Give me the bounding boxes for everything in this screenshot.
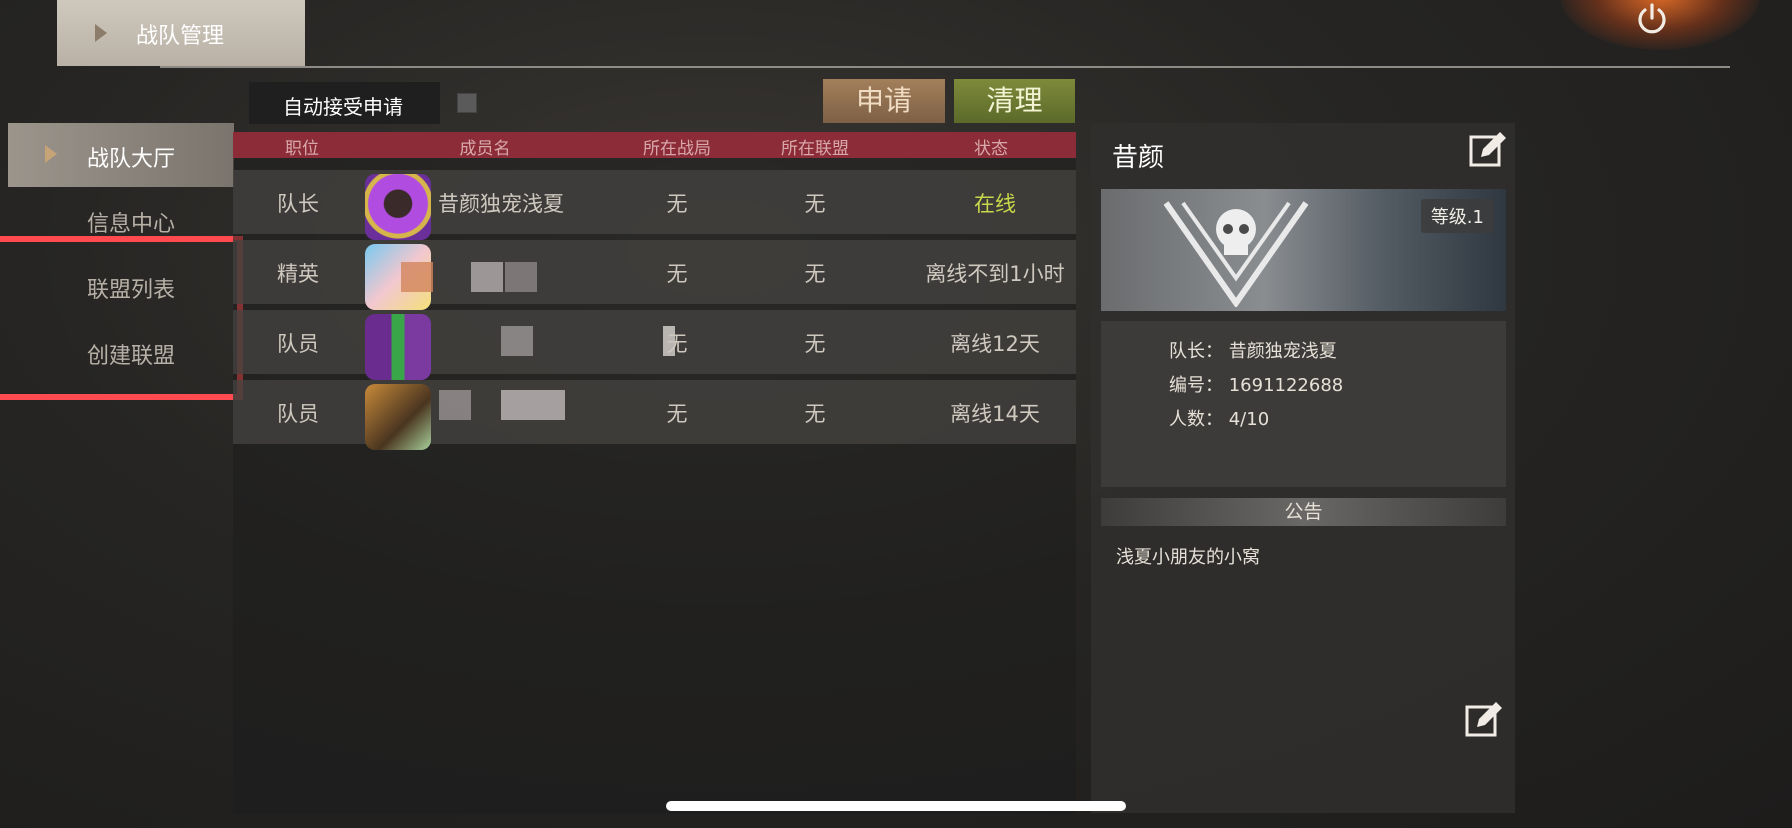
- column-header: 状态: [974, 139, 1008, 159]
- status-cell: 在线: [974, 192, 1016, 216]
- role-cell: 队员: [277, 332, 319, 356]
- avatar: [365, 314, 431, 380]
- member-name-cell: 昔颜独宠浅夏: [438, 192, 564, 216]
- chevron-right-icon: [45, 145, 57, 163]
- auto-accept-label: 自动接受申请: [283, 95, 403, 119]
- captain-line: 队长： 昔颜独宠浅夏: [1169, 341, 1337, 362]
- alliance-cell: 无: [804, 192, 826, 216]
- team-info-panel: 昔颜 等级.1 队长： 昔颜独宠浅夏 编号： 1691122688 人数： 4/…: [1091, 123, 1515, 813]
- role-cell: 队长: [277, 192, 319, 216]
- sidebar-item-team-hall[interactable]: 战队大厅: [8, 123, 234, 187]
- auto-accept-checkbox[interactable]: [457, 93, 477, 113]
- column-header: 所在联盟: [781, 139, 849, 159]
- highlight-annotation: [0, 236, 243, 400]
- redacted-name: [471, 262, 503, 292]
- role-cell: 队员: [277, 402, 319, 426]
- notice-header: 公告: [1101, 498, 1506, 526]
- table-row[interactable]: 精英 无 无 离线不到1小时: [233, 240, 1076, 310]
- team-id-line: 编号： 1691122688: [1169, 375, 1344, 396]
- alliance-cell: 无: [804, 332, 826, 356]
- header-divider: [160, 66, 1730, 68]
- edit-icon[interactable]: [1463, 699, 1505, 741]
- table-row[interactable]: 队员 无 无 离线12天: [233, 310, 1076, 380]
- status-cell: 离线不到1小时: [925, 262, 1065, 286]
- avatar: [365, 174, 431, 240]
- sidebar-item-label: 战队大厅: [87, 147, 176, 172]
- redacted-name: [505, 262, 537, 292]
- home-indicator[interactable]: [666, 801, 1126, 811]
- column-header: 成员名: [459, 139, 511, 159]
- column-header: 所在战局: [643, 139, 711, 159]
- role-cell: 精英: [277, 262, 319, 286]
- alliance-cell: 无: [804, 402, 826, 426]
- team-banner: 等级.1: [1101, 189, 1506, 311]
- match-cell: 无: [666, 192, 688, 216]
- chevron-right-icon: [95, 24, 107, 42]
- status-cell: 离线12天: [950, 332, 1040, 356]
- auto-accept-label-box: 自动接受申请: [249, 82, 440, 124]
- team-level-badge: 等级.1: [1420, 199, 1494, 233]
- table-row[interactable]: 队员 无 无 离线14天: [233, 380, 1076, 450]
- member-table: 职位 成员名 所在战局 所在联盟 状态 队长 昔颜独宠浅夏 无 无 在线 精英 …: [233, 132, 1076, 814]
- edit-icon[interactable]: [1467, 129, 1509, 171]
- skull-emblem-icon: [1163, 201, 1309, 307]
- status-cell: 离线14天: [950, 402, 1040, 426]
- power-icon[interactable]: [1635, 2, 1669, 36]
- member-count-line: 人数： 4/10: [1169, 409, 1270, 430]
- header-tab[interactable]: 战队管理: [57, 0, 305, 66]
- redacted-name: [401, 262, 433, 292]
- team-details: 队长： 昔颜独宠浅夏 编号： 1691122688 人数： 4/10: [1101, 321, 1506, 487]
- alliance-cell: 无: [804, 262, 826, 286]
- apply-button[interactable]: 申请: [823, 79, 945, 123]
- match-cell: 无: [666, 332, 688, 356]
- match-cell: 无: [666, 262, 688, 286]
- match-cell: 无: [666, 402, 688, 426]
- table-row[interactable]: 队长 昔颜独宠浅夏 无 无 在线: [233, 170, 1076, 240]
- column-header: 职位: [285, 139, 319, 159]
- notice-text: 浅夏小朋友的小窝: [1116, 547, 1260, 568]
- avatar: [365, 384, 431, 450]
- redacted-name: [439, 390, 471, 420]
- redacted-name: [501, 326, 533, 356]
- sidebar-item-label: 信息中心: [87, 212, 176, 237]
- team-name: 昔颜: [1112, 143, 1165, 173]
- table-header: 职位 成员名 所在战局 所在联盟 状态: [233, 132, 1076, 159]
- clear-button[interactable]: 清理: [954, 79, 1075, 123]
- page-title: 战队管理: [136, 24, 225, 49]
- redacted-name: [501, 390, 565, 420]
